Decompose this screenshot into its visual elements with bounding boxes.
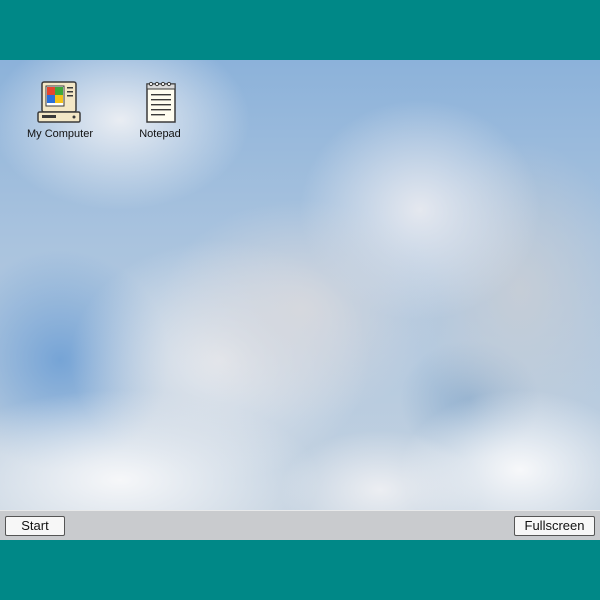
emulator-screen: My Computer Notepad Start Fullscreen xyxy=(0,60,600,540)
my-computer-icon xyxy=(36,80,84,126)
taskbar: Start Fullscreen xyxy=(0,510,600,540)
desktop-icon-label: Notepad xyxy=(139,128,181,140)
desktop-icon-notepad[interactable]: Notepad xyxy=(120,80,200,150)
fullscreen-button[interactable]: Fullscreen xyxy=(514,516,595,536)
notepad-icon xyxy=(136,80,184,126)
desktop-icon-my-computer[interactable]: My Computer xyxy=(20,80,100,150)
start-button[interactable]: Start xyxy=(5,516,65,536)
desktop-icon-label: My Computer xyxy=(26,128,94,140)
desktop[interactable]: My Computer Notepad xyxy=(0,60,600,510)
